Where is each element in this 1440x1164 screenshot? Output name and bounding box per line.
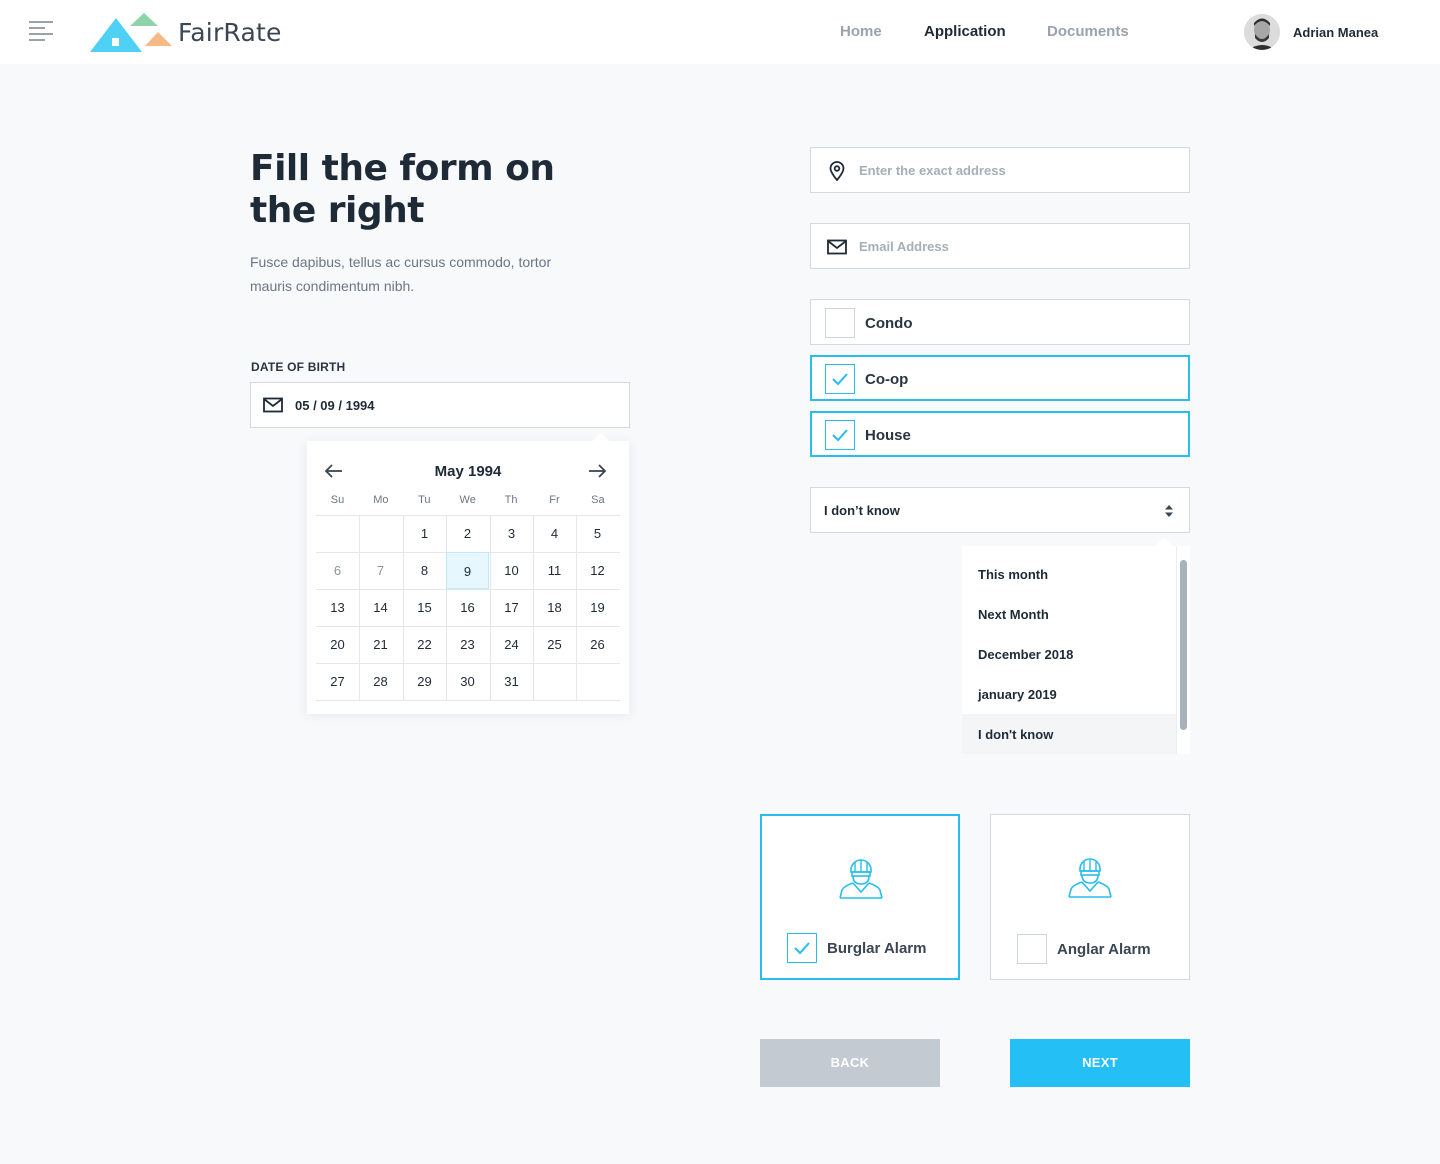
burglar-alarm-label: Burglar Alarm [827,940,927,957]
calendar-day[interactable]: 23 [446,626,489,663]
dob-value: 05 / 09 / 1994 [295,398,375,413]
calendar-day[interactable]: 24 [490,626,533,663]
user-avatar-icon[interactable] [1244,14,1280,50]
property-option-coop[interactable]: Co-op [810,355,1190,401]
dob-input[interactable]: 05 / 09 / 1994 [250,382,630,428]
weekday-label: Th [504,494,518,506]
brand-name: FairRate [178,18,282,47]
calendar-day[interactable]: 19 [576,589,619,626]
next-button[interactable]: NEXT [1010,1039,1190,1087]
map-pin-icon [829,161,845,181]
calendar-day[interactable]: 26 [576,626,619,663]
timing-dropdown: This month Next Month December 2018 janu… [962,537,1190,754]
email-field[interactable]: Email Address [810,223,1190,269]
burglar-icon [839,859,883,899]
calendar-day[interactable]: 6 [316,552,359,589]
calendar-day[interactable]: 4 [533,515,576,552]
calendar-day[interactable]: 7 [359,552,402,589]
calendar-day-selected[interactable]: 9 [446,552,489,589]
checkmark-icon [832,373,848,386]
address-input[interactable]: Enter the exact address [810,147,1190,193]
calendar-day[interactable]: 30 [446,663,489,700]
arrow-right-icon[interactable] [587,461,607,481]
calendar-day[interactable]: 22 [403,626,446,663]
calendar-month: May 1994 [434,463,502,480]
house-checkbox[interactable] [825,420,855,450]
dropdown-scrollbar-thumb[interactable] [1180,560,1187,730]
calendar-day[interactable]: 12 [576,552,619,589]
calendar-day[interactable]: 27 [316,663,359,700]
condo-label: Condo [865,315,913,332]
calendar-day[interactable]: 20 [316,626,359,663]
calendar-grid: 1 2 3 4 5 6 7 8 9 10 11 12 13 14 15 16 17 18 19 20 21 22 23 24 2… [316,515,620,701]
calendar-day[interactable]: 31 [490,663,533,700]
property-option-condo[interactable]: Condo [810,299,1190,345]
calendar-day[interactable]: 15 [403,589,446,626]
nav-home[interactable]: Home [840,23,882,40]
weekday-label: Mo [373,494,389,506]
anglar-alarm-label: Anglar Alarm [1057,941,1151,958]
checkmark-icon [794,942,810,955]
dropdown-option[interactable]: january 2019 [962,674,1176,714]
calendar-day[interactable]: 21 [359,626,402,663]
weekday-label: We [459,494,476,506]
alarm-card-burglar[interactable]: Burglar Alarm [760,814,960,980]
top-bar: FairRate Home Application Documents Adri… [0,0,1440,64]
property-option-house[interactable]: House [810,411,1190,457]
burglar-alarm-checkbox[interactable] [787,933,817,963]
calendar-day[interactable]: 16 [446,589,489,626]
calendar-day[interactable]: 14 [359,589,402,626]
calendar-day[interactable]: 18 [533,589,576,626]
calendar-day[interactable]: 5 [576,515,619,552]
calendar-day[interactable]: 25 [533,626,576,663]
calendar-day[interactable]: 1 [403,515,446,552]
weekday-label: Su [330,494,345,506]
calendar-day[interactable]: 8 [403,552,446,589]
back-button[interactable]: BACK [760,1039,940,1087]
timing-select[interactable]: I don’t know [810,487,1190,533]
hamburger-menu-icon[interactable] [29,21,53,43]
condo-checkbox[interactable] [825,308,855,338]
dropdown-option[interactable]: Next Month [962,594,1176,634]
checkmark-icon [832,429,848,442]
weekday-label: Tu [418,494,431,506]
coop-label: Co-op [865,371,909,388]
weekday-label: Sa [591,494,605,506]
mail-icon [263,397,283,413]
page-subtitle: Fusce dapibus, tellus ac cursus commodo,… [250,254,552,294]
nav-application[interactable]: Application [924,23,1006,40]
calendar-day[interactable]: 11 [533,552,576,589]
user-name[interactable]: Adrian Manea [1293,25,1378,40]
anglar-alarm-checkbox[interactable] [1017,934,1047,964]
calendar-day[interactable]: 3 [490,515,533,552]
dob-label: DATE OF BIRTH [251,360,346,374]
calendar-day[interactable]: 17 [490,589,533,626]
fairrate-logo[interactable] [90,12,174,52]
calendar-day[interactable]: 28 [359,663,402,700]
alarm-card-anglar[interactable]: Anglar Alarm [990,814,1190,980]
weekday-label: Fr [549,494,560,506]
mail-icon [827,239,847,255]
house-label: House [865,427,911,444]
dropdown-option-highlighted[interactable]: I don't know [962,714,1176,754]
coop-checkbox[interactable] [825,364,855,394]
page-title: Fill the form on the right [250,148,555,231]
calendar-day[interactable]: 29 [403,663,446,700]
dropdown-option[interactable]: December 2018 [962,634,1176,674]
calendar-day[interactable]: 2 [446,515,489,552]
email-placeholder: Email Address [859,239,949,254]
calendar-day[interactable]: 13 [316,589,359,626]
burglar-icon [1068,858,1112,898]
sort-arrows-icon [1165,505,1173,517]
date-picker: May 1994 1 2 3 4 5 6 7 8 9 10 11 12 13 14 15 16 17 18 19 20… [307,432,629,714]
nav-documents[interactable]: Documents [1047,23,1129,40]
timing-select-value: I don’t know [824,503,900,518]
calendar-day[interactable]: 10 [490,552,533,589]
address-placeholder: Enter the exact address [859,163,1006,178]
dropdown-option[interactable]: This month [962,554,1176,594]
